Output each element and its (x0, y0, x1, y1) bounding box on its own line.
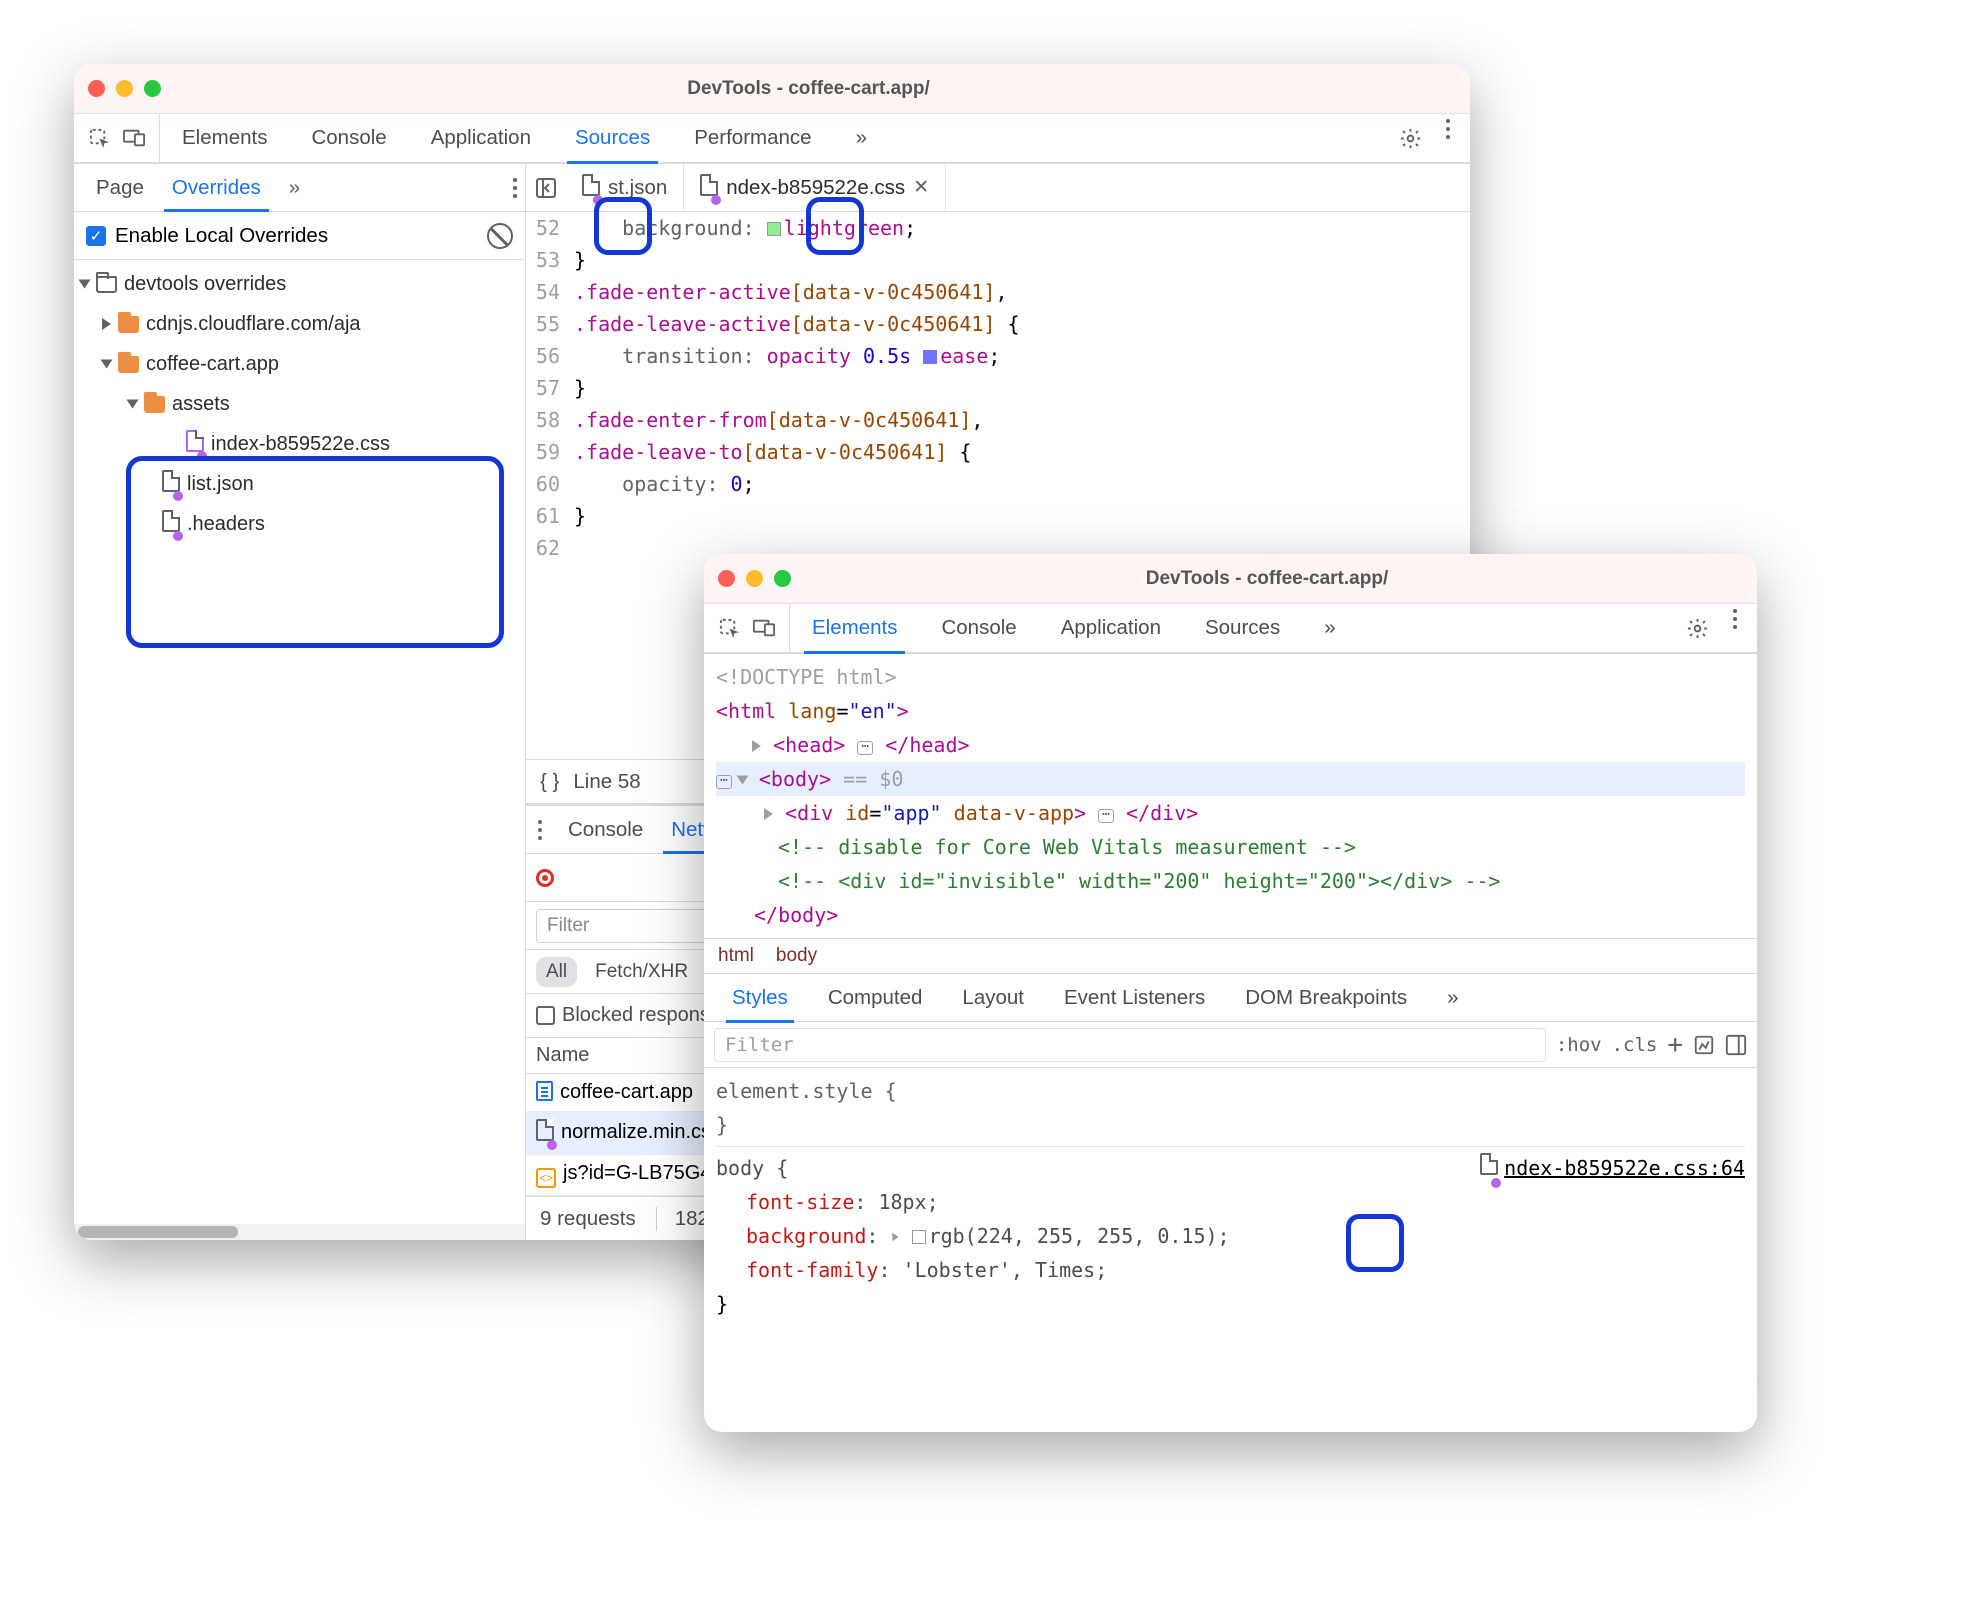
traffic-lights[interactable] (718, 570, 791, 587)
device-toggle-icon[interactable] (123, 129, 145, 147)
tab-application[interactable]: Application (1039, 604, 1183, 652)
tabs-overflow[interactable]: » (1302, 604, 1353, 652)
script-icon: <> (536, 1168, 556, 1188)
tab-application[interactable]: Application (409, 114, 553, 162)
new-style-rule-icon[interactable]: + (1667, 1030, 1683, 1060)
menu-icon[interactable] (1733, 617, 1737, 621)
subtab-page[interactable]: Page (82, 164, 158, 211)
minimize-icon[interactable] (116, 80, 133, 97)
styles-filter-input[interactable]: Filter (714, 1028, 1546, 1062)
record-icon[interactable] (536, 869, 554, 887)
tab-event-listeners[interactable]: Event Listeners (1044, 974, 1225, 1021)
tabs-overflow[interactable]: » (834, 114, 885, 162)
device-toggle-icon[interactable] (753, 619, 775, 637)
dom-tree[interactable]: <!DOCTYPE html> <html lang="en"> <head> … (704, 654, 1757, 938)
close-icon[interactable] (718, 570, 735, 587)
minimize-icon[interactable] (746, 570, 763, 587)
cursor-position: Line 58 (573, 770, 640, 794)
subtabs-overflow[interactable]: » (275, 176, 310, 200)
overrides-tree: devtools overrides cdnjs.cloudflare.com/… (74, 260, 525, 1224)
computed-styles-icon[interactable] (1693, 1034, 1715, 1056)
sidebar-scrollbar[interactable] (74, 1224, 525, 1240)
tabs-overflow[interactable]: » (1427, 974, 1474, 1021)
zoom-icon[interactable] (774, 570, 791, 587)
annotation-ring (806, 197, 864, 255)
annotation-ring (594, 197, 652, 255)
inspect-icon[interactable] (718, 617, 741, 640)
tree-folder-cdnjs[interactable]: cdnjs.cloudflare.com/aja (74, 304, 525, 344)
drawer-tab-console[interactable]: Console (554, 806, 657, 853)
crumb-body[interactable]: body (776, 945, 817, 967)
tab-dom-breakpoints[interactable]: DOM Breakpoints (1225, 974, 1427, 1021)
breadcrumb[interactable]: html body (704, 938, 1757, 974)
chip-all[interactable]: All (536, 957, 577, 987)
navigator-tabs: Page Overrides » (74, 164, 525, 212)
annotation-ring (126, 456, 504, 648)
navigator-menu-icon[interactable] (513, 186, 517, 190)
gear-icon[interactable] (1399, 127, 1422, 150)
color-swatch-icon[interactable] (767, 222, 781, 236)
tab-layout[interactable]: Layout (942, 974, 1044, 1021)
tab-console[interactable]: Console (919, 604, 1038, 652)
subtab-overrides[interactable]: Overrides (158, 164, 275, 211)
window-title: DevTools - coffee-cart.app/ (161, 78, 1456, 100)
tab-computed[interactable]: Computed (808, 974, 943, 1021)
traffic-lights[interactable] (88, 80, 161, 97)
pretty-print-icon[interactable]: { } (540, 770, 559, 794)
window1-titlebar[interactable]: DevTools - coffee-cart.app/ (74, 64, 1470, 114)
zoom-icon[interactable] (144, 80, 161, 97)
tree-folder-assets[interactable]: assets (74, 384, 525, 424)
styles-pane[interactable]: element.style { } body { ndex-b859522e.c… (704, 1068, 1757, 1327)
tab-sources[interactable]: Sources (553, 114, 672, 162)
window2-titlebar[interactable]: DevTools - coffee-cart.app/ (704, 554, 1757, 604)
toggle-sidebar-icon[interactable] (1725, 1034, 1747, 1056)
gear-icon[interactable] (1686, 617, 1709, 640)
clear-overrides-icon[interactable] (487, 223, 513, 249)
tab-styles[interactable]: Styles (712, 974, 808, 1021)
drawer-menu-icon[interactable] (538, 828, 542, 832)
tab-elements[interactable]: Elements (160, 114, 289, 162)
tab-elements[interactable]: Elements (790, 604, 919, 652)
document-icon (536, 1081, 553, 1101)
source-link[interactable]: ndex-b859522e.css:64 (1504, 1151, 1745, 1185)
hov-toggle[interactable]: :hov (1556, 1034, 1602, 1056)
crumb-html[interactable]: html (718, 945, 754, 967)
easing-icon[interactable] (923, 350, 937, 364)
close-icon[interactable] (88, 80, 105, 97)
devtools-main-tabs: Elements Console Application Sources Per… (74, 114, 1470, 164)
tab-performance[interactable]: Performance (672, 114, 833, 162)
tab-sources[interactable]: Sources (1183, 604, 1302, 652)
cls-toggle[interactable]: .cls (1612, 1034, 1658, 1056)
enable-overrides-checkbox[interactable]: ✓ (86, 226, 106, 246)
tree-folder-coffeecart[interactable]: coffee-cart.app (74, 344, 525, 384)
enable-overrides-label: Enable Local Overrides (115, 224, 328, 248)
toggle-navigator-icon[interactable] (526, 164, 566, 211)
menu-icon[interactable] (1446, 127, 1450, 131)
color-swatch-icon[interactable] (912, 1230, 926, 1244)
annotation-ring (1346, 1214, 1404, 1272)
chip-fetchxhr[interactable]: Fetch/XHR (585, 957, 698, 987)
devtools-main-tabs-2: Elements Console Application Sources » (704, 604, 1757, 654)
tab-console[interactable]: Console (289, 114, 408, 162)
close-tab-icon[interactable]: ✕ (913, 176, 929, 199)
tree-folder-root[interactable]: devtools overrides (74, 264, 525, 304)
inspect-icon[interactable] (88, 127, 111, 150)
window-title: DevTools - coffee-cart.app/ (791, 568, 1743, 590)
